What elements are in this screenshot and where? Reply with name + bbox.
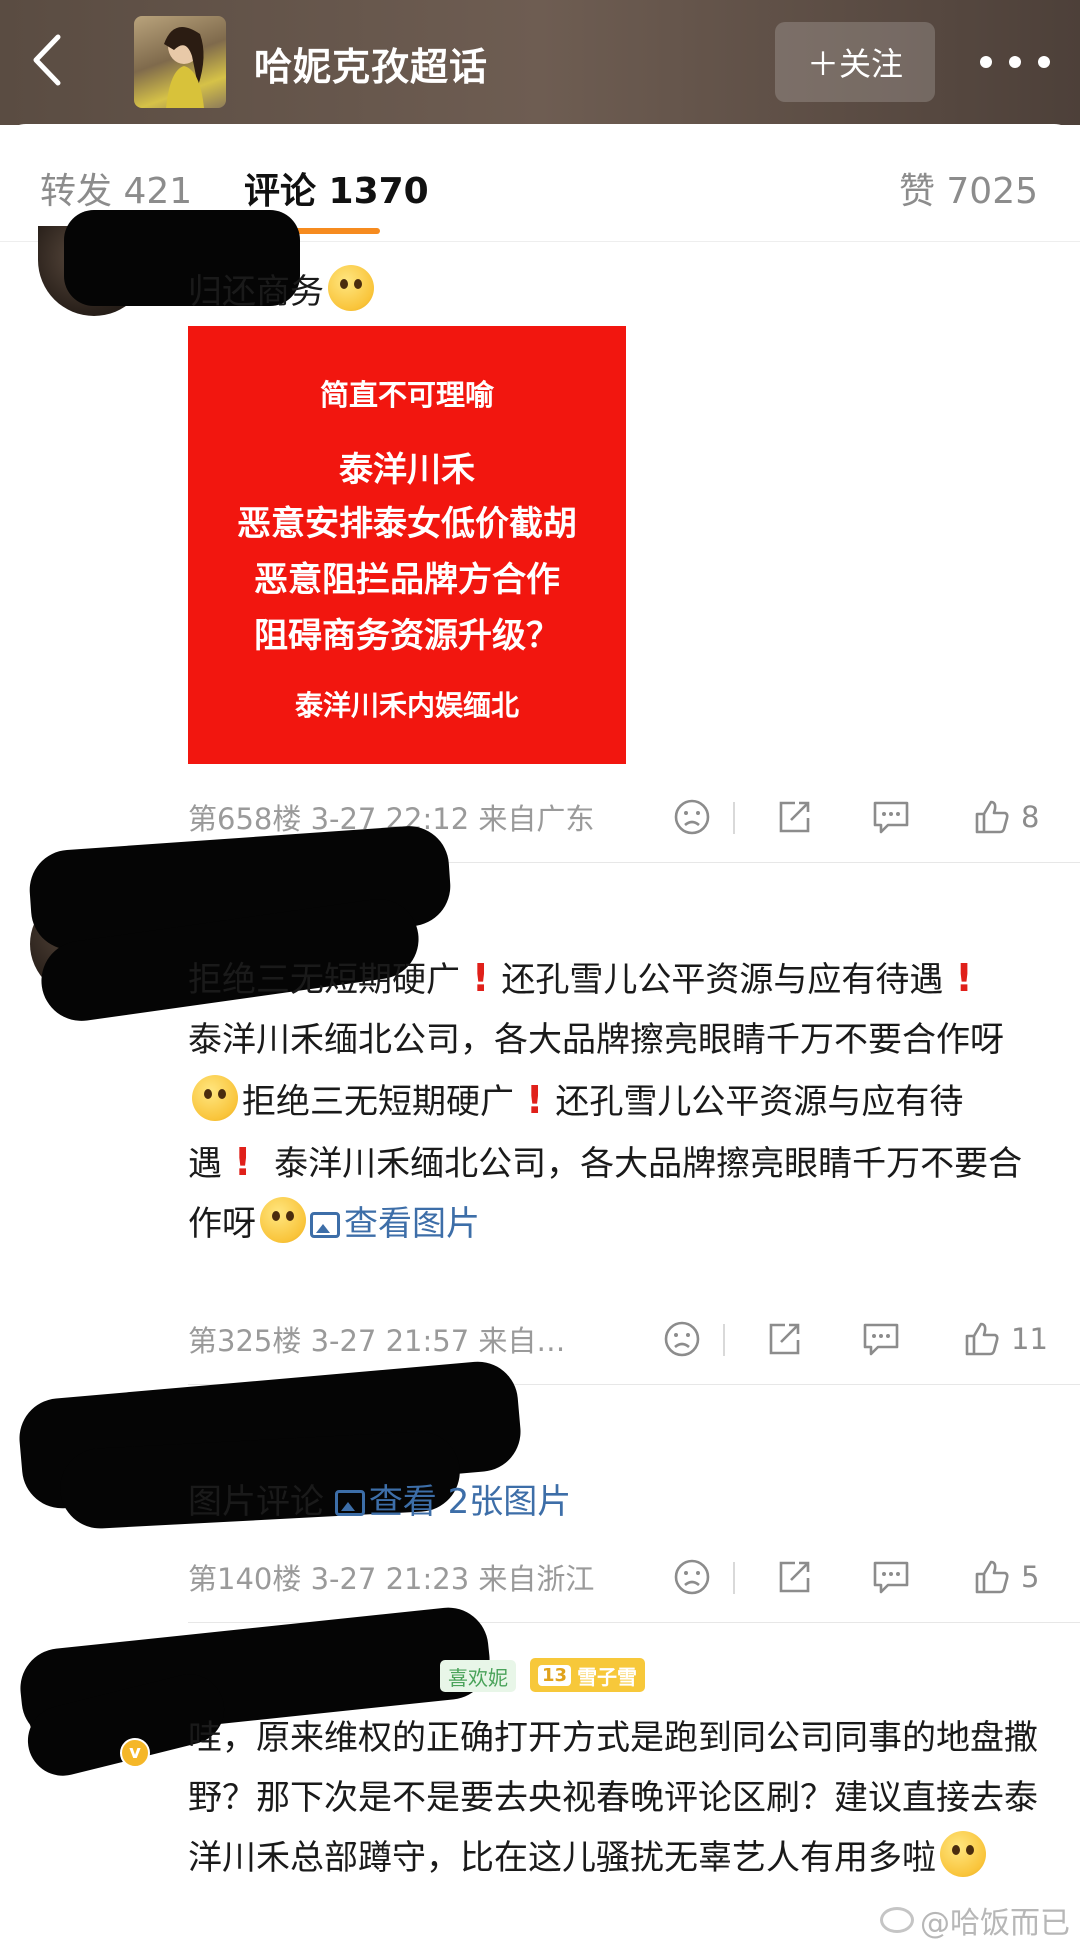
exclamation-icon: ! xyxy=(526,1078,544,1122)
view-images-link[interactable]: 查看 2张图片 xyxy=(334,1482,571,1522)
like-count: 5 xyxy=(1021,1560,1040,1594)
dislike-button[interactable] xyxy=(663,1318,701,1360)
comment-floor-time-location: 第140楼 3-27 21:23 来自浙江 xyxy=(188,1562,595,1596)
like-count: 8 xyxy=(1021,800,1040,834)
thumbs-up-icon xyxy=(965,1322,999,1356)
level-badge: 13 雪子雪 xyxy=(530,1658,646,1692)
fan-badge: 喜欢妮 xyxy=(440,1660,516,1692)
share-icon xyxy=(779,801,810,833)
reply-button[interactable] xyxy=(861,1318,901,1360)
exclamation-icon: ! xyxy=(955,956,973,1000)
like-button[interactable]: 11 xyxy=(963,1318,1048,1360)
tab-repost[interactable]: 转发 421 xyxy=(40,162,192,214)
sweat-smile-emoji-icon xyxy=(940,1831,986,1877)
like-button[interactable]: 8 xyxy=(973,796,1039,838)
share-icon xyxy=(779,1561,810,1593)
poster-line: 简直不可理喻 xyxy=(319,378,494,412)
crying-face-emoji-icon xyxy=(260,1197,306,1243)
tab-like[interactable]: 赞 7025 xyxy=(899,162,1038,214)
picture-icon xyxy=(310,1212,340,1238)
follow-button[interactable]: ＋关注 xyxy=(775,22,935,102)
crying-face-emoji-icon xyxy=(192,1075,238,1121)
comment-bubble-icon xyxy=(863,1323,899,1356)
exclamation-icon: ! xyxy=(234,1140,252,1184)
back-button[interactable] xyxy=(22,30,72,90)
poster-line: 恶意阻拦品牌方合作 xyxy=(254,560,560,600)
dislike-button[interactable] xyxy=(673,796,711,838)
like-count: 11 xyxy=(1011,1322,1048,1356)
comment-text: 拒绝三无短期硬广! 还孔雪儿公平资源与应有待遇! 泰洋川禾缅北公司，各大品牌擦亮眼… xyxy=(188,956,1023,1244)
back-arrow-icon xyxy=(33,34,61,86)
comment-bubble-icon xyxy=(873,1561,909,1594)
reply-button[interactable] xyxy=(871,1556,911,1598)
watermark: @哈饭而已 xyxy=(880,1898,1070,1942)
topic-header: 哈妮克孜超话 ＋关注 xyxy=(0,0,1080,125)
pleading-face-emoji-icon xyxy=(328,265,374,311)
comment-text: 哇，原来维权的正确打开方式是跑到同公司同事的地盘撒野？那下次是不是要去央视春晚评… xyxy=(188,1718,1038,1878)
poster-line: 泰洋川禾内娱缅北 xyxy=(294,689,519,722)
topic-avatar[interactable] xyxy=(134,16,226,108)
share-button[interactable] xyxy=(775,1556,813,1598)
more-dots-icon xyxy=(980,56,992,68)
poster-line: 阻碍商务资源升级？ xyxy=(254,616,560,656)
dislike-face-icon xyxy=(674,1559,710,1595)
dislike-face-icon xyxy=(674,799,710,835)
comment-floor-time-location: 第325楼 3-27 21:57 来自… xyxy=(188,1324,566,1358)
avatar-image xyxy=(164,26,204,108)
thumbs-up-icon xyxy=(975,1560,1009,1594)
level-number: 13 xyxy=(538,1664,572,1686)
active-tab-indicator xyxy=(290,228,380,234)
dislike-button[interactable] xyxy=(673,1556,711,1598)
like-button[interactable]: 5 xyxy=(973,1556,1039,1598)
picture-icon xyxy=(334,1490,365,1516)
poster-line: 恶意安排泰女低价截胡 xyxy=(237,504,577,544)
comment-bubble-icon xyxy=(873,801,909,834)
weibo-logo-icon xyxy=(880,1907,914,1933)
vip-badge-icon: v xyxy=(120,1738,150,1768)
comment-text: 图片评论 xyxy=(188,1482,324,1522)
tab-comment[interactable]: 评论 1370 xyxy=(244,162,429,214)
comment-text: 归还商务 xyxy=(188,272,324,312)
topic-title: 哈妮克孜超话 xyxy=(254,45,489,89)
more-button[interactable] xyxy=(980,38,1050,86)
exclamation-icon: ! xyxy=(472,956,490,1000)
share-button[interactable] xyxy=(775,796,813,838)
thumbs-up-icon xyxy=(975,800,1009,834)
comment-image[interactable]: 简直不可理喻 泰洋川禾 恶意安排泰女低价截胡 恶意阻拦品牌方合作 阻碍商务资源升… xyxy=(188,326,626,764)
comment-meta: 第140楼 3-27 21:23 来自浙江 5 xyxy=(188,1552,1048,1602)
view-image-link[interactable]: 查看图片 xyxy=(310,1204,480,1244)
reply-button[interactable] xyxy=(871,796,911,838)
dislike-face-icon xyxy=(664,1321,700,1357)
share-icon xyxy=(769,1323,800,1355)
share-button[interactable] xyxy=(765,1318,803,1360)
comment-meta: 第325楼 3-27 21:57 来自… 11 xyxy=(188,1314,1048,1364)
poster-line: 泰洋川禾 xyxy=(339,450,475,490)
